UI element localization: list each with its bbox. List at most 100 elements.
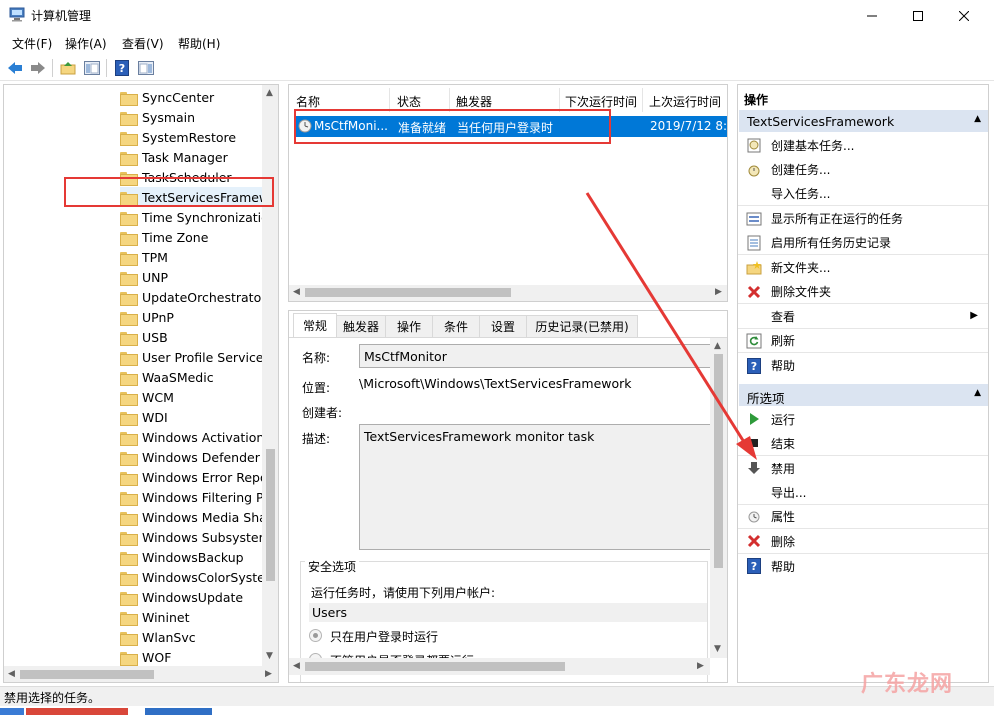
actions-group-folder[interactable]: TextServicesFramework ▲: [739, 110, 988, 132]
tree-item[interactable]: Windows Filtering Platform: [120, 487, 268, 507]
tree-item[interactable]: WCM: [120, 387, 268, 407]
collapse-icon[interactable]: ▲: [974, 388, 981, 398]
actions-group-selected[interactable]: 所选项 ▲: [739, 384, 988, 406]
tree-item[interactable]: WindowsUpdate: [120, 587, 268, 607]
scroll-right-icon[interactable]: ▶: [715, 287, 722, 297]
action-item[interactable]: 删除: [738, 530, 988, 554]
submenu-arrow-icon: ▶: [970, 309, 978, 321]
menu-help[interactable]: 帮助(H): [178, 35, 220, 52]
action-pane-icon[interactable]: [136, 58, 156, 77]
tasklist-horizontal-scrollbar[interactable]: ◀ ▶: [289, 285, 727, 301]
tree-item[interactable]: Time Synchronization: [120, 207, 268, 227]
action-item[interactable]: 启用所有任务历史记录: [738, 231, 988, 255]
tree-vscroll-thumb[interactable]: [266, 449, 275, 581]
back-icon[interactable]: [5, 58, 25, 77]
tree-item[interactable]: WindowsColorSystem: [120, 567, 268, 587]
action-item[interactable]: 结束: [738, 432, 988, 456]
action-item[interactable]: 导入任务...: [738, 182, 988, 206]
tree-item[interactable]: Sysmain: [120, 107, 268, 127]
up-folder-icon[interactable]: [58, 58, 78, 77]
tree-horizontal-scrollbar[interactable]: ◀ ▶: [4, 666, 278, 682]
tree-item[interactable]: WDI: [120, 407, 268, 427]
scroll-up-icon[interactable]: ▲: [266, 88, 273, 98]
tree-item[interactable]: User Profile Service: [120, 347, 268, 367]
tab-history[interactable]: 历史记录(已禁用): [526, 315, 638, 337]
action-item[interactable]: 刷新: [738, 329, 988, 353]
action-item[interactable]: 导出...: [738, 481, 988, 505]
radio-logged-on-only[interactable]: [309, 629, 322, 642]
scroll-up-icon[interactable]: ▲: [714, 341, 721, 351]
tree-item[interactable]: Windows Subsystem: [120, 527, 268, 547]
minimize-button[interactable]: [849, 0, 895, 31]
collapse-icon[interactable]: ▲: [974, 114, 981, 124]
folder-icon: [120, 511, 138, 526]
action-item[interactable]: 属性: [738, 505, 988, 529]
tree-item[interactable]: UPnP: [120, 307, 268, 327]
tree-item[interactable]: WindowsBackup: [120, 547, 268, 567]
tree-item[interactable]: UpdateOrchestrator: [120, 287, 268, 307]
tab-general[interactable]: 常规: [293, 313, 337, 337]
menu-file[interactable]: 文件(F): [12, 35, 52, 52]
col-header-name[interactable]: 名称: [296, 93, 320, 110]
scroll-left-icon[interactable]: ◀: [8, 669, 15, 679]
toolbar: ?: [0, 55, 994, 81]
tree-hscroll-thumb[interactable]: [20, 670, 154, 679]
tree-item[interactable]: WlanSvc: [120, 627, 268, 647]
action-item[interactable]: 新文件夹...: [738, 256, 988, 280]
details-vertical-scrollbar[interactable]: ▲ ▼: [710, 338, 727, 658]
tree-item[interactable]: WOF: [120, 647, 268, 667]
details-hscroll-thumb[interactable]: [305, 662, 565, 671]
action-item[interactable]: 显示所有正在运行的任务: [738, 207, 988, 231]
tree-item[interactable]: WaaSMedic: [120, 367, 268, 387]
tree-item[interactable]: UNP: [120, 267, 268, 287]
tree-item[interactable]: Wininet: [120, 607, 268, 627]
tree-item[interactable]: Task Manager: [120, 147, 268, 167]
user-account-field[interactable]: Users: [309, 603, 707, 622]
scroll-left-icon[interactable]: ◀: [293, 287, 300, 297]
col-header-next-run[interactable]: 下次运行时间: [565, 93, 637, 110]
scroll-down-icon[interactable]: ▼: [714, 644, 721, 654]
tab-triggers[interactable]: 触发器: [336, 315, 386, 337]
description-field[interactable]: TextServicesFramework monitor task: [359, 424, 711, 550]
action-item[interactable]: ? 帮助: [738, 554, 988, 578]
details-horizontal-scrollbar[interactable]: ◀ ▶: [289, 658, 710, 675]
col-header-status[interactable]: 状态: [397, 93, 421, 110]
tab-actions[interactable]: 操作: [385, 315, 433, 337]
menu-action[interactable]: 操作(A): [65, 35, 107, 52]
action-item[interactable]: 删除文件夹: [738, 280, 988, 304]
show-hide-tree-icon[interactable]: [82, 58, 102, 77]
tab-conditions[interactable]: 条件: [432, 315, 480, 337]
tree-item[interactable]: TPM: [120, 247, 268, 267]
forward-icon[interactable]: [28, 58, 48, 77]
tree-item[interactable]: SystemRestore: [120, 127, 268, 147]
tree-item[interactable]: SyncCenter: [120, 87, 268, 107]
tab-settings[interactable]: 设置: [479, 315, 527, 337]
tree-item[interactable]: USB: [120, 327, 268, 347]
tree-item[interactable]: Windows Media Sharing: [120, 507, 268, 527]
scroll-down-icon[interactable]: ▼: [266, 651, 273, 661]
action-item-label: 导入任务...: [771, 187, 831, 201]
col-header-last-run[interactable]: 上次运行时间: [649, 93, 721, 110]
details-vscroll-thumb[interactable]: [714, 354, 723, 568]
action-item[interactable]: 创建任务...: [738, 158, 988, 182]
tree-vertical-scrollbar[interactable]: ▲ ▼: [262, 85, 278, 666]
tasklist-hscroll-thumb[interactable]: [305, 288, 511, 297]
name-field[interactable]: MsCtfMonitor: [359, 344, 711, 368]
scroll-right-icon[interactable]: ▶: [697, 661, 704, 671]
action-item[interactable]: 禁用: [738, 456, 988, 480]
help-icon[interactable]: ?: [112, 58, 132, 77]
scroll-left-icon[interactable]: ◀: [293, 661, 300, 671]
action-item[interactable]: ? 帮助: [738, 354, 988, 378]
tree-item[interactable]: Windows Activation Technologies: [120, 427, 268, 447]
scroll-right-icon[interactable]: ▶: [265, 669, 272, 679]
tree-item[interactable]: Time Zone: [120, 227, 268, 247]
action-item[interactable]: 创建基本任务...: [738, 133, 988, 157]
action-item[interactable]: 运行: [738, 407, 988, 431]
close-button[interactable]: [941, 0, 987, 31]
action-item[interactable]: 查看 ▶: [738, 305, 988, 329]
col-header-trigger[interactable]: 触发器: [456, 93, 492, 110]
tree-item[interactable]: Windows Defender: [120, 447, 268, 467]
menu-view[interactable]: 查看(V): [122, 35, 164, 52]
maximize-button[interactable]: [895, 0, 941, 31]
tree-item[interactable]: Windows Error Reporting: [120, 467, 268, 487]
